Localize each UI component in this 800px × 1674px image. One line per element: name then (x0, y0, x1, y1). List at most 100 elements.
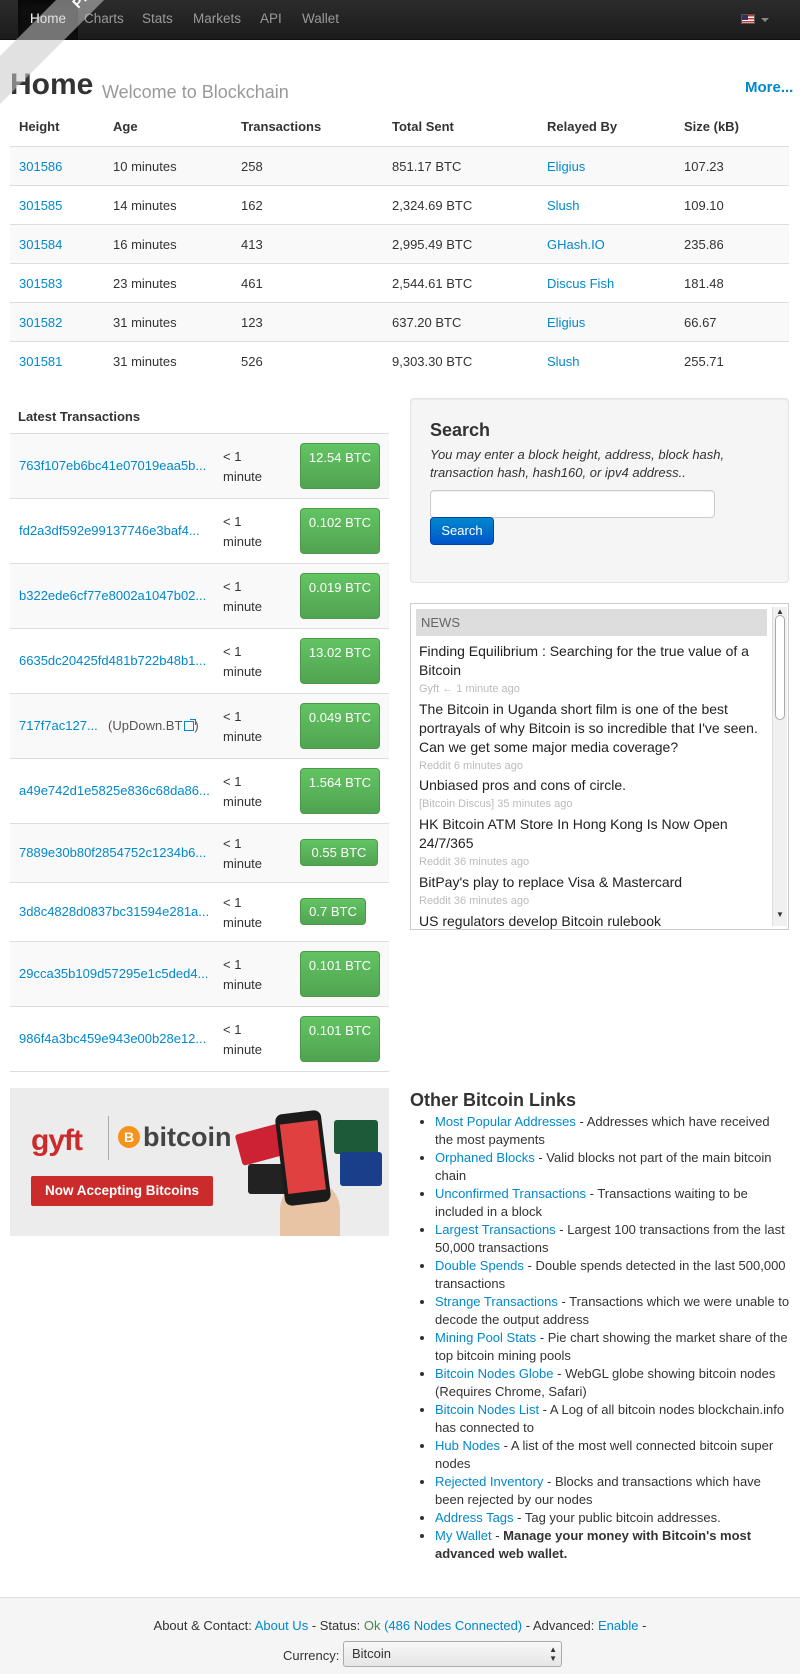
transaction-amount-button[interactable]: 0.049 BTC (300, 703, 380, 749)
block-size: 109.10 (684, 198, 724, 213)
block-height-link[interactable]: 301585 (19, 186, 62, 225)
transaction-hash-link[interactable]: 3d8c4828d0837bc31594e281a... (19, 904, 209, 919)
orphaned-blocks-link[interactable]: Orphaned Blocks (435, 1150, 535, 1165)
news-title[interactable]: Finding Equilibrium : Searching for the … (419, 642, 764, 680)
transaction-hash-link[interactable]: 6635dc20425fd481b722b48b1... (19, 653, 206, 668)
address-tags-link[interactable]: Address Tags (435, 1510, 514, 1525)
block-transactions: 461 (241, 276, 263, 291)
news-item[interactable]: Finding Equilibrium : Searching for the … (419, 642, 764, 698)
relayed-by-link[interactable]: Eligius (547, 147, 585, 186)
most-popular-addresses-link[interactable]: Most Popular Addresses (435, 1114, 576, 1129)
nav-wallet[interactable]: Wallet (302, 0, 339, 40)
block-transactions: 162 (241, 198, 263, 213)
bitcoin-logo-icon: B (118, 1126, 140, 1148)
news-title[interactable]: The Bitcoin in Uganda short film is one … (419, 700, 764, 757)
news-scrollbar[interactable]: ▲ ▼ (772, 607, 787, 926)
news-panel[interactable]: NEWS Finding Equilibrium : Searching for… (410, 603, 789, 930)
transaction-hash-link[interactable]: 986f4a3bc459e943e00b28e12... (19, 1031, 206, 1046)
news-item[interactable]: US regulators develop Bitcoin rulebook (419, 912, 764, 929)
transaction-amount-button[interactable]: 0.55 BTC (300, 839, 378, 866)
search-input[interactable] (430, 490, 715, 518)
hub-nodes-link[interactable]: Hub Nodes (435, 1438, 500, 1453)
block-height-link[interactable]: 301586 (19, 147, 62, 186)
column-header: Transactions (241, 119, 322, 134)
bitcoin-nodes-list-link[interactable]: Bitcoin Nodes List (435, 1402, 539, 1417)
about-us-link[interactable]: About Us (255, 1618, 308, 1633)
news-item[interactable]: Unbiased pros and cons of circle. [Bitco… (419, 776, 764, 813)
block-total-sent: 851.17 BTC (392, 159, 462, 174)
list-item: Largest Transactions - Largest 100 trans… (435, 1221, 790, 1257)
news-title[interactable]: Unbiased pros and cons of circle. (419, 776, 764, 795)
block-height-link[interactable]: 301584 (19, 225, 62, 264)
search-button[interactable]: Search (430, 517, 494, 545)
mining-pool-stats-link[interactable]: Mining Pool Stats (435, 1330, 536, 1345)
external-link-icon[interactable] (184, 719, 197, 731)
bitcoin-nodes-globe-link[interactable]: Bitcoin Nodes Globe (435, 1366, 554, 1381)
transaction-hash-link[interactable]: a49e742d1e5825e836c68da86... (19, 783, 210, 798)
nav-markets[interactable]: Markets (193, 0, 241, 40)
transaction-hash-link[interactable]: 717f7ac127... (19, 718, 98, 733)
scroll-thumb[interactable] (775, 615, 785, 720)
list-item: Double Spends - Double spends detected i… (435, 1257, 790, 1293)
relayed-by-link[interactable]: Discus Fish (547, 264, 614, 303)
unconfirmed-transactions-link[interactable]: Unconfirmed Transactions (435, 1186, 586, 1201)
column-header: Height (19, 119, 60, 134)
scroll-down-icon[interactable]: ▼ (776, 910, 784, 919)
transaction-hash-link[interactable]: fd2a3df592e99137746e3baf4... (19, 523, 200, 538)
news-title[interactable]: BitPay's play to replace Visa & Masterca… (419, 873, 764, 892)
transaction-amount-button[interactable]: 0.7 BTC (300, 898, 366, 925)
transaction-time: < 1 minute (223, 449, 263, 484)
transaction-amount-button[interactable]: 0.101 BTC (300, 951, 380, 997)
relayed-by-link[interactable]: Slush (547, 342, 580, 381)
transaction-amount-button[interactable]: 0.019 BTC (300, 573, 380, 619)
news-title[interactable]: HK Bitcoin ATM Store In Hong Kong Is Now… (419, 815, 764, 853)
column-header: Age (113, 119, 138, 134)
transaction-amount-button[interactable]: 1.564 BTC (300, 768, 380, 814)
block-total-sent: 2,995.49 BTC (392, 237, 473, 252)
transaction-hash-link[interactable]: b322ede6cf77e8002a1047b02... (19, 588, 206, 603)
list-item: Orphaned Blocks - Valid blocks not part … (435, 1149, 790, 1185)
block-height-link[interactable]: 301583 (19, 264, 62, 303)
news-item[interactable]: BitPay's play to replace Visa & Masterca… (419, 873, 764, 910)
nodes-connected-link[interactable]: (486 Nodes Connected) (384, 1618, 522, 1633)
transaction-amount-button[interactable]: 12.54 BTC (300, 443, 380, 489)
double-spends-link[interactable]: Double Spends (435, 1258, 524, 1273)
news-title[interactable]: US regulators develop Bitcoin rulebook (419, 912, 764, 929)
news-meta: Reddit 36 minutes ago (419, 856, 530, 868)
nav-api[interactable]: API (260, 0, 282, 40)
nav-stats[interactable]: Stats (142, 0, 173, 40)
block-height-link[interactable]: 301581 (19, 342, 62, 381)
block-height-link[interactable]: 301582 (19, 303, 62, 342)
ad-cta: Now Accepting Bitcoins (31, 1176, 213, 1206)
my-wallet-link[interactable]: My Wallet (435, 1528, 492, 1543)
table-row: 301586 10 minutes 258 851.17 BTC Eligius… (10, 146, 789, 185)
transaction-amount-button[interactable]: 0.101 BTC (300, 1016, 380, 1062)
relayed-by-link[interactable]: GHash.IO (547, 225, 605, 264)
us-flag-icon[interactable] (741, 14, 755, 24)
transaction-hash-link[interactable]: 763f107eb6bc41e07019eaa5b... (19, 458, 206, 473)
transaction-time: < 1 minute (223, 774, 263, 809)
enable-advanced-link[interactable]: Enable (598, 1618, 638, 1633)
select-arrows-icon: ▲ ▼ (549, 1645, 557, 1663)
block-size: 255.71 (684, 354, 724, 369)
transaction-hash-link[interactable]: 29cca35b109d57295e1c5ded4... (19, 966, 208, 981)
relayed-by-link[interactable]: Eligius (547, 303, 585, 342)
latest-transactions-title: Latest Transactions (10, 399, 389, 434)
news-item[interactable]: HK Bitcoin ATM Store In Hong Kong Is Now… (419, 815, 764, 871)
rejected-inventory-link[interactable]: Rejected Inventory (435, 1474, 543, 1489)
currency-select[interactable]: Bitcoin ▲ ▼ (343, 1641, 562, 1667)
transaction-row: 3d8c4828d0837bc31594e281a... < 1 minute … (10, 883, 389, 942)
block-size: 181.48 (684, 276, 724, 291)
relayed-by-link[interactable]: Slush (547, 186, 580, 225)
gyft-logo: gyft (31, 1124, 83, 1157)
largest-transactions-link[interactable]: Largest Transactions (435, 1222, 556, 1237)
transaction-amount-button[interactable]: 13.02 BTC (300, 638, 380, 684)
transaction-hash-link[interactable]: 7889e30b80f2854752c1234b6... (19, 845, 206, 860)
gyft-ad-banner[interactable]: gyft B bitcoin Now Accepting Bitcoins (10, 1088, 389, 1236)
news-item[interactable]: The Bitcoin in Uganda short film is one … (419, 700, 764, 775)
chevron-down-icon[interactable] (761, 18, 769, 22)
strange-transactions-link[interactable]: Strange Transactions (435, 1294, 558, 1309)
more-link[interactable]: More... (745, 79, 793, 96)
transaction-time: < 1 minute (223, 514, 263, 549)
transaction-amount-button[interactable]: 0.102 BTC (300, 508, 380, 554)
